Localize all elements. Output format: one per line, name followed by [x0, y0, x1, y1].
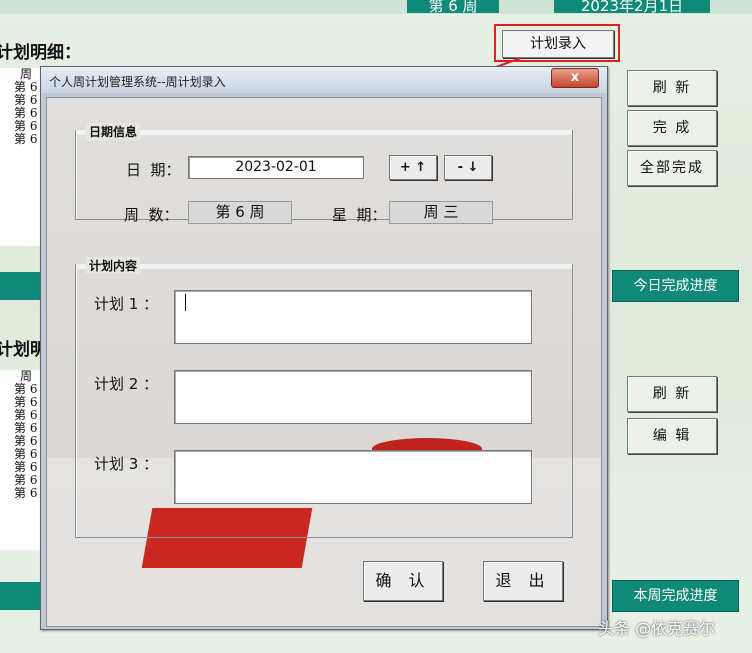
confirm-button[interactable]: 确 认: [363, 561, 443, 601]
date-decrement-button[interactable]: - ↓: [444, 155, 492, 180]
plan3-label: 计划 3 ：: [94, 455, 159, 473]
close-icon[interactable]: x: [551, 68, 599, 88]
text-caret: [185, 294, 186, 311]
weekday-value: 周 三: [389, 201, 493, 224]
week-number-value: 第 6 周: [188, 201, 292, 224]
plan-list-2[interactable]: 周 第 6 第 6 第 6 第 6 第 6 第 6 第 6 第 6 第 6: [0, 370, 42, 550]
today-progress-label: 今日完成进度: [612, 270, 739, 302]
group-header-strip: [76, 130, 572, 135]
plan1-input[interactable]: [174, 290, 532, 344]
dialog-client: 日期信息 日 期： 2023-02-01 + ↑ - ↓ 周 数： 第 6 周 …: [46, 97, 602, 627]
date-chip: 2023年2月1日: [554, 0, 710, 13]
teal-bar-left-2: [0, 582, 44, 610]
weekday-label: 星 期：: [332, 206, 387, 224]
watermark: 头条 @依克赛尔: [598, 619, 716, 638]
group-header-strip: [76, 264, 572, 269]
plan-content-group: 计划内容 计划 1 ： 计划 2 ： 计划 3 ：: [75, 257, 573, 538]
date-field[interactable]: 2023-02-01: [188, 156, 364, 179]
bottom-strip: [0, 640, 752, 653]
dialog-title: 个人周计划管理系统--周计划录入: [49, 75, 226, 89]
date-label: 日 期：: [126, 161, 181, 179]
complete-button[interactable]: 完 成: [627, 110, 717, 146]
plan2-label: 计划 2 ：: [94, 375, 159, 393]
refresh-button-2[interactable]: 刷 新: [627, 376, 717, 412]
date-info-group: 日期信息 日 期： 2023-02-01 + ↑ - ↓ 周 数： 第 6 周 …: [75, 123, 573, 224]
date-increment-button[interactable]: + ↑: [389, 155, 437, 180]
week-progress-label: 本周完成进度: [612, 580, 739, 612]
list-item: 第 6: [14, 132, 38, 146]
week-chip: 第 6 周: [407, 0, 499, 13]
plan-entry-button[interactable]: 计划录入: [502, 30, 614, 58]
plan1-label: 计划 1 ：: [94, 295, 159, 313]
plan-entry-dialog: 个人周计划管理系统--周计划录入 x 日期信息 日 期： 2023-02-01 …: [40, 66, 608, 630]
list-item: 第 6: [14, 486, 38, 500]
plan-list-1[interactable]: 周 第 6 第 6 第 6 第 6 第 6: [0, 68, 42, 246]
refresh-button[interactable]: 刷 新: [627, 70, 717, 106]
week-number-label: 周 数：: [124, 206, 179, 224]
plan-group-label: 计划内容: [86, 257, 141, 274]
plan2-input[interactable]: [174, 370, 532, 424]
date-group-label: 日期信息: [86, 123, 141, 140]
plan3-input[interactable]: [174, 450, 532, 504]
edit-button[interactable]: 编 辑: [627, 418, 717, 454]
dialog-titlebar[interactable]: 个人周计划管理系统--周计划录入 x: [41, 67, 607, 93]
teal-bar-left-1: [0, 272, 44, 300]
section1-title: 计划明细：: [0, 43, 81, 63]
complete-all-button[interactable]: 全部完成: [627, 150, 717, 186]
exit-button[interactable]: 退 出: [483, 561, 563, 601]
